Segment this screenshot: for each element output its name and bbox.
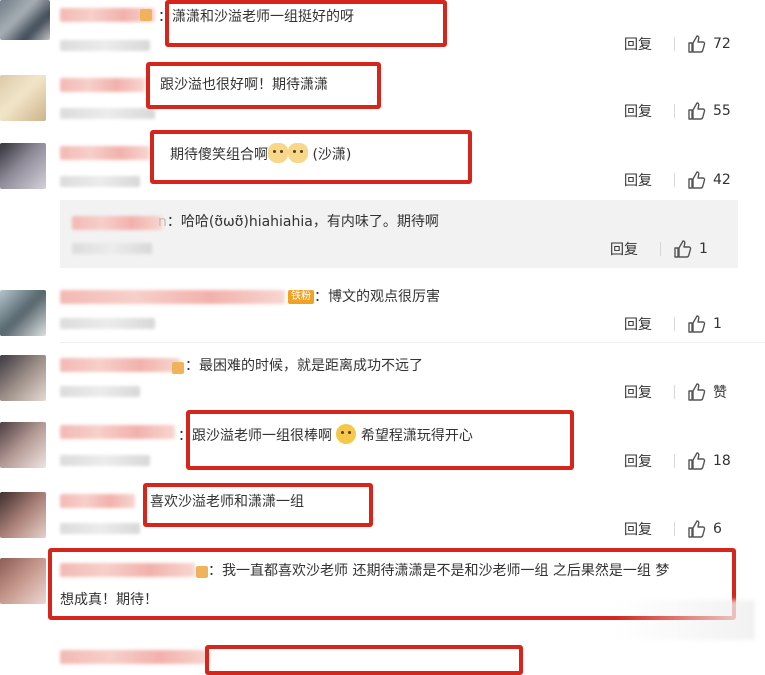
- reply-button[interactable]: 回复: [624, 170, 652, 190]
- member-icon: [140, 9, 152, 21]
- like-count: 1: [713, 316, 722, 332]
- comment-text: ：潇潇和沙溢老师一组挺好的呀: [158, 9, 354, 25]
- thumbs-up-icon[interactable]: [687, 519, 707, 539]
- reply-button[interactable]: 回复: [624, 34, 652, 54]
- timestamp-blurred: [60, 40, 150, 51]
- timestamp-blurred: [60, 318, 155, 329]
- thumbs-up-icon[interactable]: [687, 34, 707, 54]
- username-blurred[interactable]: [60, 494, 135, 508]
- member-icon: [172, 362, 184, 374]
- reply-button[interactable]: 回复: [624, 314, 652, 334]
- dog-emoji-icon: [268, 143, 288, 163]
- reply-button[interactable]: 回复: [624, 519, 652, 539]
- comment-actions: 回复 55: [624, 99, 735, 123]
- comment-text: 铁粉 ：博文的观点很厉害: [288, 287, 440, 307]
- timestamp-blurred: [60, 523, 140, 534]
- reply-button[interactable]: 回复: [610, 239, 638, 259]
- reply-button[interactable]: 回复: [624, 382, 652, 402]
- divider: [674, 173, 675, 187]
- timestamp-blurred: [60, 455, 150, 466]
- like-count: 赞: [713, 385, 727, 401]
- thumbs-up-icon[interactable]: [687, 451, 707, 471]
- watermark: [615, 600, 755, 640]
- timestamp-blurred: [60, 108, 155, 119]
- username-blurred[interactable]: [60, 650, 210, 664]
- username-blurred[interactable]: [60, 146, 150, 160]
- comment-actions: 回复 1: [624, 312, 735, 336]
- thumbs-up-icon[interactable]: [687, 382, 707, 402]
- like-count: 18: [713, 453, 731, 469]
- comment-text: 喜欢沙溢老师和潇潇一组: [150, 494, 304, 510]
- username-blurred[interactable]: [60, 78, 145, 92]
- member-icon: [196, 566, 208, 578]
- like-count: 72: [713, 36, 731, 52]
- comment-text: 期待傻笑组合啊 (沙潇): [170, 143, 351, 165]
- username-blurred[interactable]: [60, 290, 285, 304]
- sub-reply-text: n：哈哈(ʊ̃ωʊ̃)hiahiahia，有内味了。期待啊: [158, 214, 439, 230]
- comment-actions: 回复 42: [624, 168, 735, 192]
- avatar[interactable]: [0, 422, 46, 468]
- divider: [674, 454, 675, 468]
- thumbs-up-icon[interactable]: [687, 101, 707, 121]
- like-count: 6: [713, 521, 722, 537]
- reply-button[interactable]: 回复: [624, 101, 652, 121]
- like-count: 55: [713, 103, 731, 119]
- timestamp-blurred: [72, 243, 152, 254]
- thumbs-up-icon[interactable]: [687, 170, 707, 190]
- thumbs-up-icon[interactable]: [687, 314, 707, 334]
- divider: [674, 522, 675, 536]
- divider: [674, 104, 675, 118]
- comment-text-continued: 想成真！期待！: [60, 592, 158, 608]
- comment-actions: 回复 18: [624, 449, 735, 473]
- like-count: 1: [699, 241, 708, 257]
- timestamp-blurred: [60, 386, 140, 397]
- avatar[interactable]: [0, 143, 46, 189]
- comment-text: ：跟沙溢老师一组很棒啊 希望程潇玩得开心: [178, 424, 473, 446]
- timestamp-blurred: [60, 176, 140, 187]
- comment-text: ：最困难的时候，就是距离成功不远了: [185, 358, 423, 374]
- dog-emoji-icon: [288, 143, 308, 163]
- divider: [674, 385, 675, 399]
- avatar[interactable]: [0, 355, 46, 401]
- like-count: 42: [713, 172, 731, 188]
- avatar[interactable]: [0, 558, 46, 604]
- comment-actions: 回复 72: [624, 32, 735, 56]
- username-blurred[interactable]: [60, 358, 180, 372]
- row-divider: [60, 342, 765, 343]
- fan-badge: 铁粉: [288, 290, 314, 304]
- comment-text: 跟沙溢也很好啊！期待潇潇: [160, 77, 328, 93]
- reply-button[interactable]: 回复: [624, 451, 652, 471]
- avatar[interactable]: [0, 0, 50, 40]
- comment-actions: 回复 1: [610, 237, 721, 261]
- comment-actions: 回复 赞: [624, 380, 735, 404]
- avatar[interactable]: [0, 75, 46, 121]
- username-blurred[interactable]: [60, 563, 195, 577]
- divider: [674, 37, 675, 51]
- comment-text: ：我一直都喜欢沙老师 还期待潇潇是不是和沙老师一组 之后果然是一组 梦: [208, 563, 670, 579]
- avatar[interactable]: [0, 290, 46, 336]
- tongue-emoji-icon: [336, 424, 357, 444]
- highlight-box: [205, 645, 523, 675]
- comment-actions: 回复 6: [624, 517, 735, 541]
- thumbs-up-icon[interactable]: [673, 239, 693, 259]
- divider: [674, 317, 675, 331]
- username-blurred[interactable]: [60, 425, 175, 439]
- avatar[interactable]: [0, 492, 46, 538]
- username-blurred[interactable]: [72, 216, 162, 230]
- divider: [660, 242, 661, 256]
